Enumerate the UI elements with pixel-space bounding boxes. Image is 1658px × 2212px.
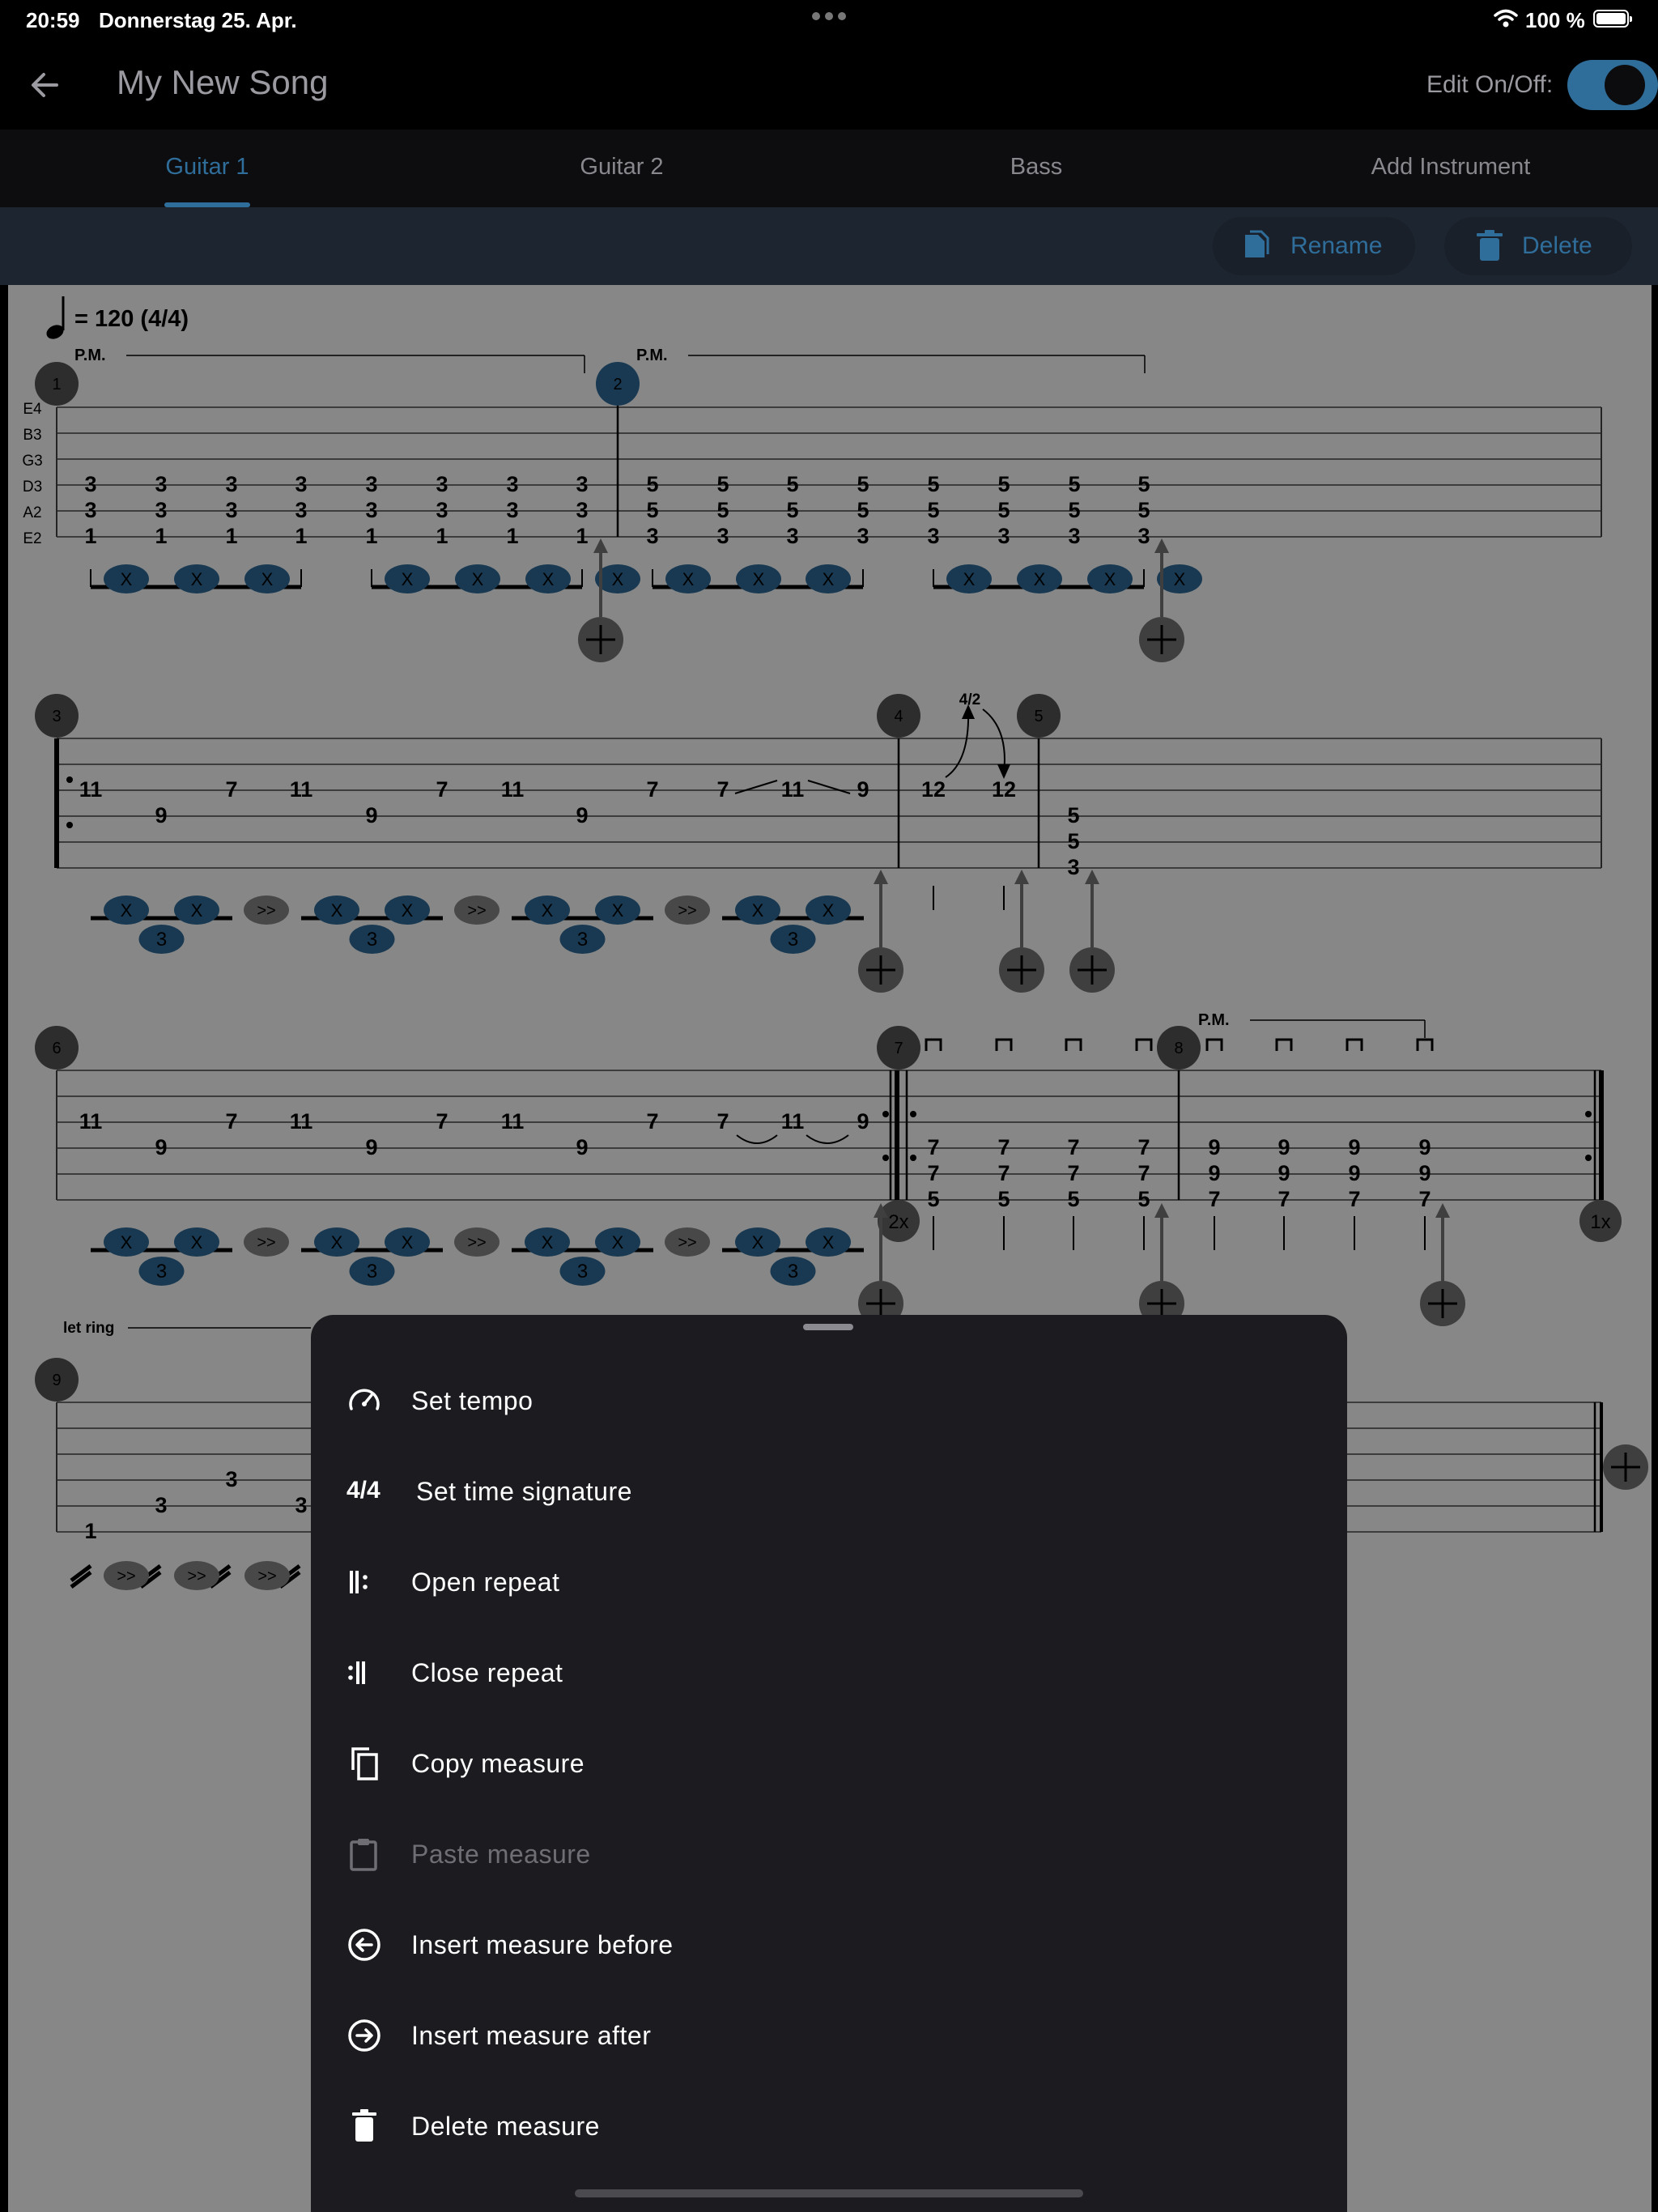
delete-instrument-button[interactable]: Delete — [1444, 217, 1632, 275]
menu-paste-measure[interactable]: Paste measure — [311, 1809, 1347, 1899]
instrument-action-bar: Rename Delete — [0, 207, 1658, 285]
rename-label: Rename — [1290, 232, 1383, 259]
trash-icon — [352, 2109, 376, 2142]
close-repeat-icon — [348, 1661, 365, 1684]
measure-options-sheet: Set tempo 4/4 Set time signature Open re… — [311, 1315, 1347, 2212]
menu-label: Set time signature — [416, 1477, 632, 1506]
menu-label: Open repeat — [411, 1568, 560, 1597]
tab-guitar-1[interactable]: Guitar 1 — [0, 130, 414, 207]
rename-document-icon — [1245, 230, 1269, 257]
toggle-knob — [1605, 65, 1645, 105]
tab-label: Guitar 2 — [580, 154, 664, 180]
edit-toggle[interactable] — [1567, 60, 1658, 110]
menu-label: Insert measure before — [411, 1930, 674, 1959]
home-indicator[interactable] — [575, 2189, 1083, 2197]
menu-open-repeat[interactable]: Open repeat — [311, 1537, 1347, 1627]
arrow-right-circle-icon — [348, 2019, 380, 2052]
arrow-left-circle-icon — [348, 1929, 380, 1961]
multitasking-dots-icon[interactable] — [810, 10, 848, 26]
sheet-grabber[interactable] — [803, 1324, 853, 1330]
delete-label: Delete — [1522, 232, 1592, 259]
menu-insert-measure-before[interactable]: Insert measure before — [311, 1899, 1347, 1990]
instrument-tabs: Guitar 1 Guitar 2 Bass Add Instrument — [0, 130, 1658, 207]
status-bar: 20:59 Donnerstag 25. Apr. 100 % — [0, 0, 1658, 40]
rename-button[interactable]: Rename — [1213, 217, 1415, 275]
edit-toggle-label: Edit On/Off: — [1426, 71, 1554, 98]
open-repeat-icon — [350, 1571, 368, 1593]
time-signature-icon: 4/4 — [346, 1477, 380, 1504]
menu-label: Close repeat — [411, 1658, 563, 1687]
menu-delete-measure[interactable]: Delete measure — [311, 2081, 1347, 2172]
tab-bass[interactable]: Bass — [829, 130, 1244, 207]
song-title: My New Song — [117, 63, 329, 101]
clipboard-icon — [350, 1839, 377, 1871]
menu-label: Insert measure after — [411, 2021, 652, 2050]
menu-set-tempo[interactable]: Set tempo — [311, 1355, 1347, 1446]
wifi-icon — [1494, 9, 1518, 28]
menu-label: Delete measure — [411, 2112, 600, 2141]
status-date: Donnerstag 25. Apr. — [99, 8, 297, 32]
copy-icon — [351, 1747, 378, 1780]
menu-label: Copy measure — [411, 1749, 585, 1778]
battery-percent: 100 % — [1525, 8, 1585, 32]
tab-guitar-2[interactable]: Guitar 2 — [414, 130, 829, 207]
tab-label: Bass — [1010, 154, 1063, 180]
menu-label: Paste measure — [411, 1840, 591, 1869]
app-header: My New Song Edit On/Off: — [0, 40, 1658, 130]
status-time: 20:59 — [26, 8, 80, 32]
tab-label: Guitar 1 — [165, 154, 249, 180]
tab-label: Add Instrument — [1371, 154, 1531, 180]
menu-label: Set tempo — [411, 1386, 534, 1415]
menu-insert-measure-after[interactable]: Insert measure after — [311, 1990, 1347, 2081]
menu-copy-measure[interactable]: Copy measure — [311, 1718, 1347, 1809]
back-arrow-icon[interactable] — [24, 65, 65, 105]
tab-add-instrument[interactable]: Add Instrument — [1244, 130, 1658, 207]
battery-icon — [1593, 10, 1632, 28]
menu-close-repeat[interactable]: Close repeat — [311, 1627, 1347, 1718]
trash-icon — [1477, 230, 1503, 261]
speedometer-icon — [349, 1389, 380, 1410]
menu-set-time-signature[interactable]: 4/4 Set time signature — [311, 1446, 1347, 1537]
